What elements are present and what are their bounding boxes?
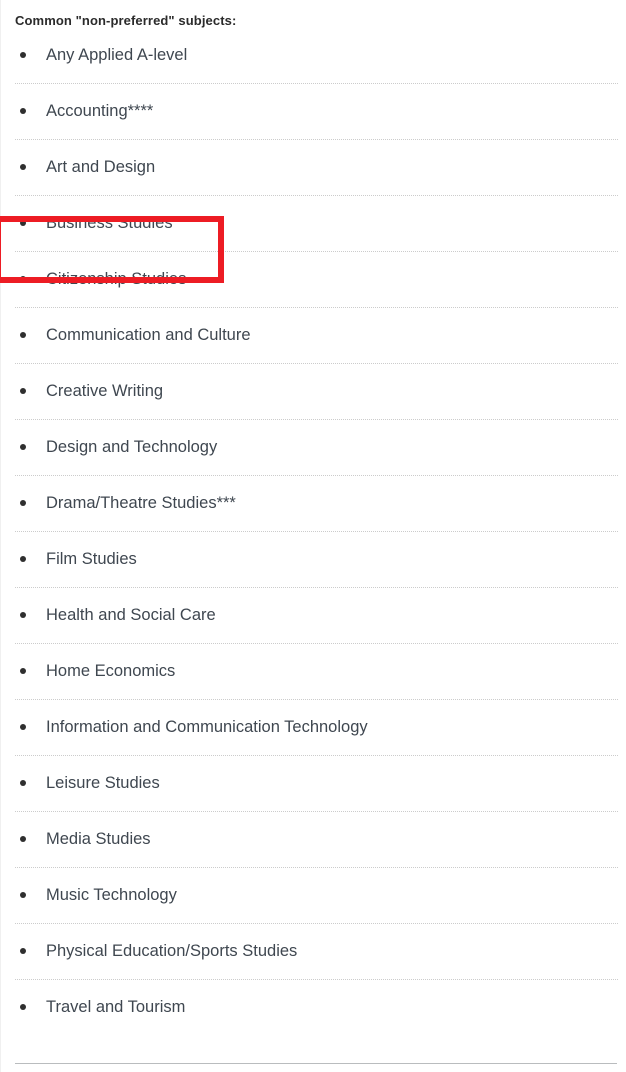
bullet-icon bbox=[20, 668, 26, 674]
bullet-icon bbox=[20, 332, 26, 338]
list-item[interactable]: Information and Communication Technology bbox=[1, 699, 626, 755]
list-item[interactable]: Music Technology bbox=[1, 867, 626, 923]
bullet-icon bbox=[20, 556, 26, 562]
bullet-icon bbox=[20, 892, 26, 898]
list-item-label: Any Applied A-level bbox=[46, 46, 188, 64]
non-preferred-subjects-list: Any Applied A-level Accounting**** Art a… bbox=[1, 27, 626, 1035]
bullet-icon bbox=[20, 948, 26, 954]
list-item[interactable]: Health and Social Care bbox=[1, 587, 626, 643]
bullet-icon bbox=[20, 500, 26, 506]
list-item-label: Travel and Tourism bbox=[46, 998, 186, 1016]
bullet-icon bbox=[20, 164, 26, 170]
list-item[interactable]: Art and Design bbox=[1, 139, 626, 195]
list-item-label: Accounting**** bbox=[46, 102, 154, 120]
list-item[interactable]: Citizenship Studies bbox=[1, 251, 626, 307]
list-item[interactable]: Media Studies bbox=[1, 811, 626, 867]
list-item[interactable]: Travel and Tourism bbox=[1, 979, 626, 1035]
bottom-divider bbox=[15, 1063, 617, 1064]
bullet-icon bbox=[20, 52, 26, 58]
list-item[interactable]: Home Economics bbox=[1, 643, 626, 699]
list-item-label: Design and Technology bbox=[46, 438, 218, 456]
bullet-icon bbox=[20, 612, 26, 618]
list-item-business-studies[interactable]: Business Studies bbox=[1, 195, 626, 251]
list-item-label: Physical Education/Sports Studies bbox=[46, 942, 298, 960]
list-item-label: Home Economics bbox=[46, 662, 176, 680]
list-item-label: Communication and Culture bbox=[46, 326, 251, 344]
list-item-label: Business Studies bbox=[46, 214, 173, 232]
list-item[interactable]: Drama/Theatre Studies*** bbox=[1, 475, 626, 531]
list-item-label: Creative Writing bbox=[46, 382, 164, 400]
list-item-label: Drama/Theatre Studies*** bbox=[46, 494, 236, 512]
bullet-icon bbox=[20, 1004, 26, 1010]
bullet-icon bbox=[20, 220, 26, 226]
list-item[interactable]: Communication and Culture bbox=[1, 307, 626, 363]
bullet-icon bbox=[20, 724, 26, 730]
list-item-label: Leisure Studies bbox=[46, 774, 160, 792]
list-item-label: Art and Design bbox=[46, 158, 156, 176]
bullet-icon bbox=[20, 780, 26, 786]
list-item[interactable]: Accounting**** bbox=[1, 83, 626, 139]
bullet-icon bbox=[20, 836, 26, 842]
list-item[interactable]: Creative Writing bbox=[1, 363, 626, 419]
list-item[interactable]: Leisure Studies bbox=[1, 755, 626, 811]
bullet-icon bbox=[20, 388, 26, 394]
list-item-label: Media Studies bbox=[46, 830, 151, 848]
list-item[interactable]: Film Studies bbox=[1, 531, 626, 587]
list-item-label: Health and Social Care bbox=[46, 606, 216, 624]
bullet-icon bbox=[20, 108, 26, 114]
bullet-icon bbox=[20, 444, 26, 450]
list-item[interactable]: Design and Technology bbox=[1, 419, 626, 475]
list-item-label: Information and Communication Technology bbox=[46, 718, 368, 736]
list-item[interactable]: Physical Education/Sports Studies bbox=[1, 923, 626, 979]
list-item-label: Music Technology bbox=[46, 886, 177, 904]
list-item-label: Film Studies bbox=[46, 550, 137, 568]
bullet-icon bbox=[20, 276, 26, 282]
list-item-label: Citizenship Studies bbox=[46, 270, 187, 288]
page-container: Common "non-preferred" subjects: Any App… bbox=[0, 0, 626, 1072]
list-item[interactable]: Any Applied A-level bbox=[1, 27, 626, 83]
